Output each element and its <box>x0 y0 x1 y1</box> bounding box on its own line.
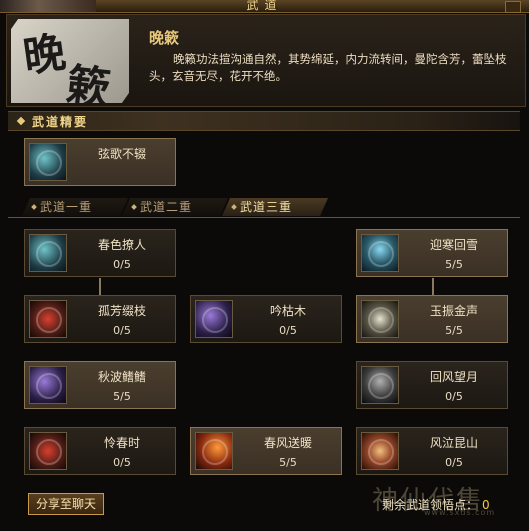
diamond-icon <box>31 204 37 210</box>
skill-card[interactable]: 春风送暖 5/5 <box>190 427 342 475</box>
skill-name: 秋波鳍鳍 <box>97 370 146 384</box>
skill-name: 春风送暖 <box>263 436 312 450</box>
tab-tier-1[interactable]: 武道一重 <box>22 198 128 216</box>
skill-level: 5/5 <box>445 258 463 271</box>
skill-name: 弦歌不辍 <box>97 147 146 161</box>
window-title: 武道 <box>246 0 283 12</box>
skill-icon-ice <box>361 234 399 272</box>
skill-icon-purple <box>195 300 233 338</box>
skill-level: 0/5 <box>113 324 131 337</box>
essence-skill-card[interactable]: 弦歌不辍 <box>24 138 176 186</box>
skill-card[interactable]: 玉振金声 5/5 <box>356 295 508 343</box>
skill-connector <box>99 278 101 295</box>
skill-icon-teal <box>29 143 67 181</box>
skill-icon-red <box>29 432 67 470</box>
skill-icon-orange <box>361 432 399 470</box>
skill-connector <box>432 278 434 295</box>
diamond-icon <box>131 204 137 210</box>
skill-level: 0/5 <box>445 390 463 403</box>
discipline-emblem: 晚 簌 <box>11 19 129 103</box>
skill-icon-purple <box>29 366 67 404</box>
remaining-points: 剩余武道领悟点： 0 <box>382 496 490 513</box>
skill-level: 0/5 <box>113 456 131 469</box>
skill-level: 5/5 <box>113 390 131 403</box>
skill-icon-gray <box>361 366 399 404</box>
skill-name: 怜春时 <box>103 436 140 450</box>
skill-level: 5/5 <box>279 456 297 469</box>
skill-level: 5/5 <box>445 324 463 337</box>
tier-tabs: 武道一重 武道二重 武道三重 <box>8 198 520 218</box>
remaining-points-label: 剩余武道领悟点： <box>382 498 479 512</box>
skill-card[interactable]: 回风望月 0/5 <box>356 361 508 409</box>
skill-level: 0/5 <box>113 258 131 271</box>
skill-name: 春色撩人 <box>97 238 146 252</box>
diamond-icon <box>16 116 26 126</box>
discipline-header: 晚 簌 晚簌 晚籁功法揎沟通自然，其势绵延，内力流转间，曼陀含芳，蕾坠枝头，玄音… <box>6 14 526 107</box>
skill-card[interactable]: 孤芳缀枝 0/5 <box>24 295 176 343</box>
skill-name: 孤芳缀枝 <box>97 304 146 318</box>
close-icon[interactable] <box>505 1 521 13</box>
skill-level: 0/5 <box>279 324 297 337</box>
skill-card[interactable]: 秋波鳍鳍 5/5 <box>24 361 176 409</box>
skill-name: 回风望月 <box>429 370 478 384</box>
remaining-points-value: 0 <box>482 498 490 512</box>
share-to-chat-button[interactable]: 分享至聊天 <box>28 493 104 515</box>
essence-section-label: 武道精要 <box>32 115 89 129</box>
tab-tier-3[interactable]: 武道三重 <box>222 198 328 216</box>
skill-name: 吟枯木 <box>269 304 306 318</box>
skill-icon-fire <box>195 432 233 470</box>
skill-icon-red <box>29 300 67 338</box>
skill-name: 迎寒回雪 <box>429 238 478 252</box>
skill-card[interactable]: 迎寒回雪 5/5 <box>356 229 508 277</box>
skill-card[interactable]: 风泣昆山 0/5 <box>356 427 508 475</box>
emblem-glyph-1: 晚 <box>20 27 69 82</box>
tab-tier-2[interactable]: 武道二重 <box>122 198 228 216</box>
title-bar: 武道 <box>0 0 529 13</box>
skill-card[interactable]: 春色撩人 0/5 <box>24 229 176 277</box>
skill-name: 风泣昆山 <box>429 436 478 450</box>
skill-icon-teal <box>29 234 67 272</box>
skill-card[interactable]: 怜春时 0/5 <box>24 427 176 475</box>
skill-icon-white <box>361 300 399 338</box>
skill-level: 0/5 <box>445 456 463 469</box>
discipline-description: 晚籁功法揎沟通自然，其势绵延，内力流转间，曼陀含芳，蕾坠枝头，玄音无尽，花开不绝… <box>149 52 507 83</box>
discipline-name: 晚簌 <box>149 29 180 47</box>
essence-section-header: 武道精要 <box>8 111 520 131</box>
emblem-glyph-2: 簌 <box>63 59 114 116</box>
skill-name: 玉振金声 <box>429 304 478 318</box>
skill-card[interactable]: 吟枯木 0/5 <box>190 295 342 343</box>
diamond-icon <box>231 204 237 210</box>
